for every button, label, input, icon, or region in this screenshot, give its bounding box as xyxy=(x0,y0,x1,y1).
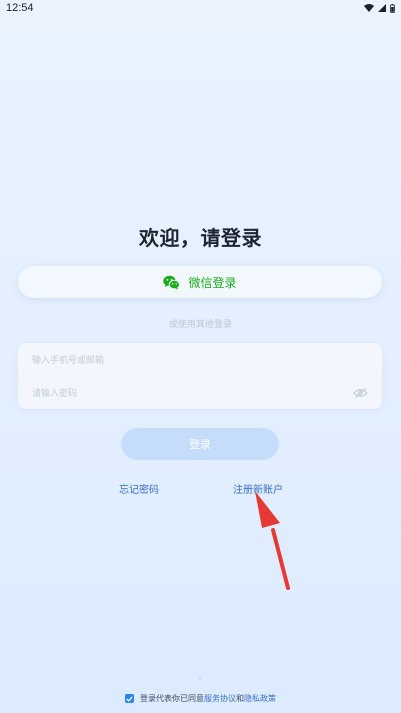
login-button[interactable]: 登录 xyxy=(121,428,279,460)
agreement-prefix: 登录代表你已同意 xyxy=(140,694,204,703)
forgot-password-link[interactable]: 忘记密码 xyxy=(119,481,159,496)
page-title: 欢迎，请登录 xyxy=(139,228,262,250)
eye-off-icon[interactable] xyxy=(353,387,368,398)
check-icon xyxy=(126,695,133,702)
other-login-hint: 或使用其他登录 xyxy=(168,319,232,329)
battery-icon xyxy=(390,3,395,13)
cellular-icon xyxy=(378,4,386,12)
phone-email-input[interactable] xyxy=(32,354,332,365)
status-time: 12:54 xyxy=(6,2,34,14)
wechat-icon xyxy=(163,275,181,290)
login-form xyxy=(18,343,382,409)
status-bar: 12:54 xyxy=(0,0,401,16)
wechat-login-button[interactable]: 微信登录 xyxy=(18,266,382,298)
password-input[interactable] xyxy=(32,387,332,398)
status-icons xyxy=(364,3,395,13)
phone-row xyxy=(18,343,382,376)
password-row xyxy=(18,376,382,409)
register-link[interactable]: 注册新账户 xyxy=(233,481,283,496)
wifi-icon xyxy=(364,4,374,12)
agreement-and: 和 xyxy=(236,694,244,703)
wechat-login-label: 微信登录 xyxy=(188,275,237,290)
terms-link[interactable]: 服务协议 xyxy=(204,693,236,704)
privacy-link[interactable]: 隐私政策 xyxy=(244,693,276,704)
page-indicator-dot xyxy=(199,677,201,679)
agreement-checkbox[interactable] xyxy=(125,694,134,703)
agreement-row: 登录代表你已同意 服务协议 和 隐私政策 xyxy=(0,693,401,704)
